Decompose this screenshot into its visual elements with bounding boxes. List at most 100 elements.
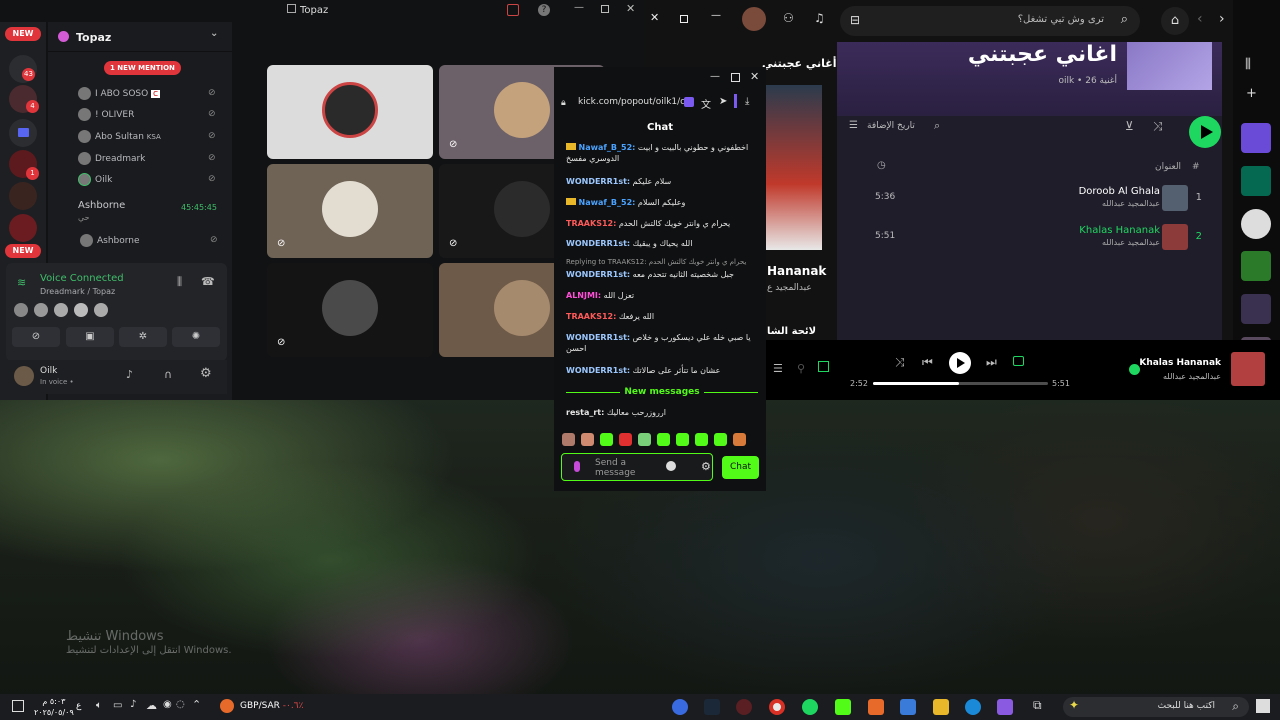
voice-user[interactable]: Dreadmark ⊘ [78, 152, 216, 168]
settings-gear-icon[interactable]: ⚙ [701, 460, 711, 473]
copilot-icon[interactable] [997, 699, 1013, 715]
settings-gear-icon[interactable]: ⚙ [200, 366, 212, 381]
video-tile[interactable] [267, 65, 433, 159]
close-icon[interactable]: ✕ [750, 70, 759, 83]
playlist-cover[interactable] [1241, 251, 1271, 281]
tray-icon[interactable]: ◌ [176, 699, 185, 710]
activities-button[interactable]: ✲ [119, 327, 167, 347]
list-view-icon[interactable]: ☰ [849, 120, 858, 131]
track-row[interactable]: Khalas Hananak عبدالمجيد عبدالله 5:51 2 [857, 223, 1202, 253]
voice-channel-name[interactable]: Ashborne [78, 200, 125, 211]
player-track-artist[interactable]: عبدالمجيد عبدالله [1125, 372, 1221, 381]
kick-icon[interactable] [835, 699, 851, 715]
chevron-up-icon[interactable]: ⌃ [192, 698, 201, 711]
download-icon[interactable]: ⊻ [1125, 119, 1134, 133]
player-track-name[interactable]: Khalas Hananak [1125, 358, 1221, 368]
emote-icon[interactable] [619, 433, 632, 446]
app-icon[interactable] [868, 699, 884, 715]
saved-episodes-icon[interactable] [1241, 166, 1271, 196]
shuffle-icon[interactable]: ⤨ [895, 355, 905, 370]
previous-icon[interactable]: ⏮ [922, 355, 933, 370]
folder-icon[interactable] [9, 119, 37, 147]
queue-icon[interactable]: ☰ [773, 362, 783, 375]
maximize-icon[interactable] [731, 73, 740, 82]
emote-icon[interactable] [714, 433, 727, 446]
new-messages-label[interactable]: New messages [566, 387, 758, 397]
now-playing-artist[interactable]: عبدالمجيد ع [767, 283, 812, 293]
currency-widget[interactable]: GBP/SAR -٠.٦٪ [240, 701, 303, 711]
spotify-icon[interactable] [802, 699, 818, 715]
repeat-icon[interactable] [1013, 356, 1024, 366]
file-explorer-icon[interactable] [933, 699, 949, 715]
voice-user[interactable]: Oilk ⊘ [78, 173, 216, 189]
noise-suppression-icon[interactable]: ⫼ [177, 275, 182, 289]
chevron-right-icon[interactable]: › [1219, 11, 1225, 27]
now-playing-title[interactable]: Hananak [767, 264, 826, 278]
playlist-cover[interactable] [1241, 294, 1271, 324]
translate-icon[interactable]: 文 [701, 96, 711, 111]
emote-icon[interactable] [581, 433, 594, 446]
chat-send-button[interactable]: Chat [722, 456, 759, 479]
address-bar[interactable]: kick.com/popout/oilk1/c [578, 97, 685, 107]
connect-device-icon[interactable]: ⚲ [797, 362, 805, 375]
chevron-left-icon[interactable]: ‹ [1197, 11, 1203, 27]
camera-off-button[interactable]: ⊘ [12, 327, 60, 347]
app-icon[interactable] [672, 699, 688, 715]
emote-icon[interactable] [562, 433, 575, 446]
shield-icon[interactable] [684, 97, 694, 107]
video-tile[interactable]: ⊘ [267, 263, 433, 357]
video-tile[interactable]: ⊘ [267, 164, 433, 258]
home-icon[interactable]: ⌂ [1161, 7, 1189, 35]
minimize-icon[interactable]: — [710, 71, 720, 82]
minimize-icon[interactable]: — [574, 2, 584, 13]
microphone-icon[interactable]: ♪ [130, 699, 136, 710]
task-view-icon[interactable]: ⧉ [1033, 698, 1042, 713]
download-icon[interactable]: ⤓ [745, 96, 749, 107]
search-input[interactable]: ✦ اكتب هنا للبحث ⌕ [1063, 697, 1249, 717]
voice-user[interactable]: Ashborne ⊘ [80, 234, 218, 250]
send-message-input[interactable]: Send a message [561, 453, 713, 481]
close-icon[interactable]: ✕ [626, 2, 635, 15]
extension-icon[interactable] [734, 94, 737, 108]
network-icon[interactable]: ▭ [113, 700, 122, 711]
edge-icon[interactable] [965, 699, 981, 715]
clock[interactable]: ٥:٠٣ م ٢٠٢٥/٠٥/٠٩ [34, 696, 74, 718]
server-icon[interactable] [9, 214, 37, 242]
progress-bar[interactable] [873, 382, 1048, 385]
emote-icon[interactable] [600, 433, 613, 446]
headphones-icon[interactable]: ∩ [164, 368, 172, 381]
volume-icon[interactable]: 🔈︎ [96, 700, 102, 711]
add-icon[interactable]: + [1246, 86, 1257, 101]
search-input[interactable]: ⊟ ترى وش تبي تشغل؟ ⌕ [840, 6, 1140, 36]
sort-label[interactable]: تاريخ الإضافة [867, 121, 915, 131]
minimize-icon[interactable]: — [711, 10, 721, 21]
emoji-icon[interactable] [666, 461, 676, 471]
emote-icon[interactable] [695, 433, 708, 446]
start-icon[interactable] [1256, 699, 1270, 713]
avatar[interactable] [14, 366, 34, 386]
browse-icon[interactable]: ⊟ [850, 13, 860, 27]
emote-icon[interactable] [733, 433, 746, 446]
emote-icon[interactable] [676, 433, 689, 446]
now-playing-view-icon[interactable] [818, 361, 829, 372]
help-icon[interactable]: ? [538, 4, 550, 16]
next-icon[interactable]: ⏭ [986, 355, 997, 370]
onedrive-icon[interactable]: ☁ [146, 699, 157, 712]
avatar[interactable] [742, 7, 766, 31]
search-icon[interactable]: ⌕ [934, 119, 940, 133]
new-mention-pill[interactable]: 1 NEW MENTION [104, 61, 181, 75]
voice-user[interactable]: ! OLIVER ⊘ [78, 108, 216, 124]
server-header[interactable]: Topaz ⌄ [48, 22, 232, 52]
artist-avatar[interactable] [1241, 209, 1271, 239]
emote-icon[interactable] [657, 433, 670, 446]
language-indicator[interactable]: ع [76, 701, 81, 711]
microphone-icon[interactable] [574, 461, 580, 472]
store-icon[interactable] [900, 699, 916, 715]
maximize-icon[interactable] [601, 5, 609, 13]
emote-icon[interactable] [638, 433, 651, 446]
play-button[interactable] [949, 352, 971, 374]
bell-icon[interactable]: ♫ [814, 11, 825, 25]
track-row[interactable]: Doroob Al Ghala عبدالمجيد عبدالله 5:36 1 [857, 184, 1202, 214]
steam-icon[interactable] [704, 699, 720, 715]
app-icon[interactable] [736, 699, 752, 715]
